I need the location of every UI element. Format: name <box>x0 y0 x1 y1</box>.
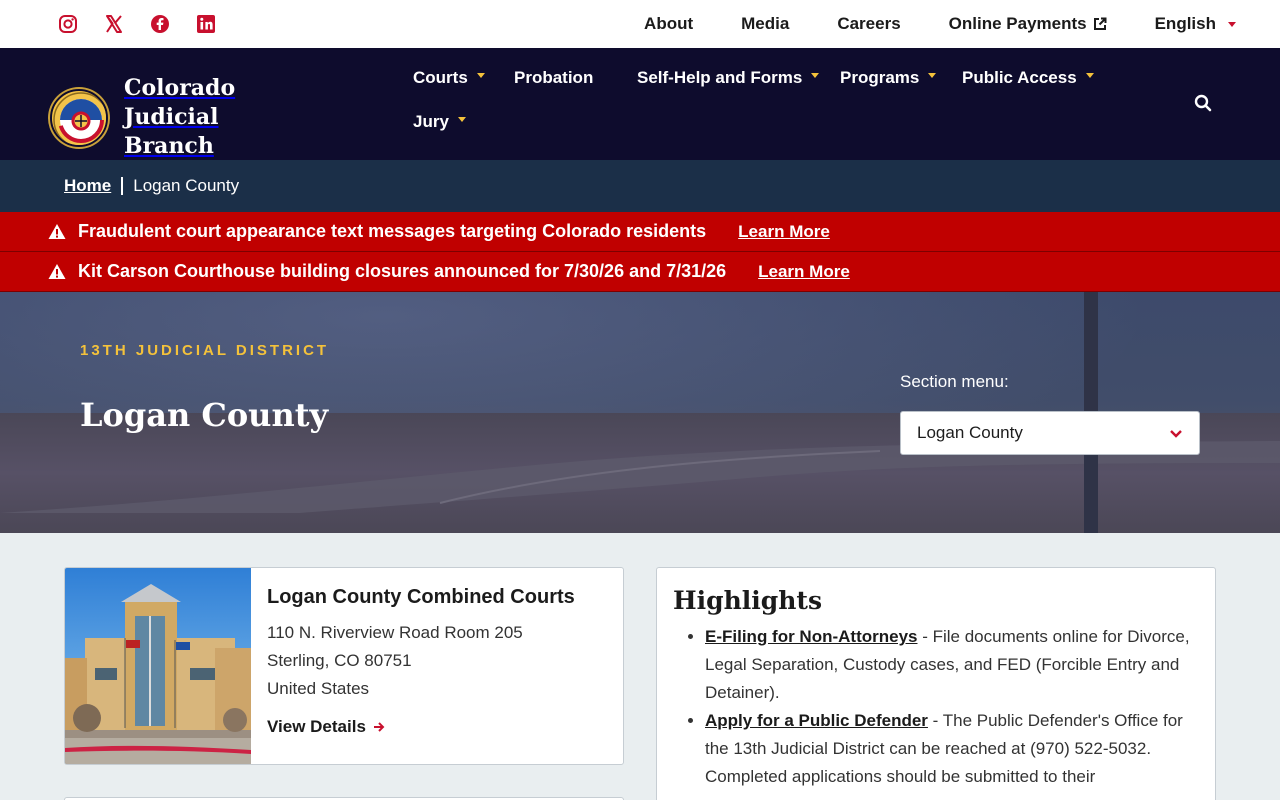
breadcrumb-current: Logan County <box>133 176 240 195</box>
nav-probation[interactable]: Probation <box>514 68 593 88</box>
alert-message: Kit Carson Courthouse building closures … <box>78 261 727 281</box>
warning-icon <box>48 224 66 239</box>
list-item: E-Filing for Non-Attorneys - File docume… <box>705 623 1199 707</box>
nav-probation-label: Probation <box>514 68 594 87</box>
nav-public-access[interactable]: Public Access <box>962 68 1094 88</box>
nav-online-payments[interactable]: Online Payments <box>949 14 1107 34</box>
view-details-label: View Details <box>267 717 366 736</box>
social-links <box>58 14 216 34</box>
brand-link[interactable]: Colorado Judicial Branch <box>50 74 334 161</box>
chevron-down-icon <box>476 72 485 78</box>
highlights-list: E-Filing for Non-Attorneys - File docume… <box>673 623 1199 791</box>
efiling-link[interactable]: E-Filing for Non-Attorneys <box>705 627 917 646</box>
main-header: Colorado Judicial Branch Courts Probatio… <box>0 48 1280 160</box>
alert-banner: Kit Carson Courthouse building closures … <box>0 252 1280 292</box>
language-label: English <box>1154 14 1216 33</box>
chevron-down-icon <box>1085 72 1094 78</box>
chevron-down-icon <box>457 116 466 122</box>
public-defender-link[interactable]: Apply for a Public Defender <box>705 711 928 730</box>
nav-jury-label: Jury <box>413 112 449 131</box>
brand-line-1: Colorado Judicial <box>124 75 236 130</box>
breadcrumb-home[interactable]: Home <box>64 176 111 196</box>
arrow-right-icon <box>373 722 385 732</box>
brand-line-2: Branch <box>124 133 214 159</box>
address-line-3: United States <box>267 679 370 698</box>
warning-icon <box>48 264 66 279</box>
external-link-icon <box>1093 17 1107 30</box>
breadcrumb-separator <box>121 177 124 195</box>
search-icon <box>1194 94 1212 112</box>
alert-banner: Fraudulent court appearance text message… <box>0 212 1280 252</box>
highlights-title: Highlights <box>673 586 823 615</box>
nav-courts-label: Courts <box>413 68 468 87</box>
instagram-icon[interactable] <box>58 14 78 34</box>
court-address: 110 N. Riverview Road Room 205 Sterling,… <box>267 619 575 703</box>
section-menu-value: Logan County <box>917 423 1023 442</box>
nav-media[interactable]: Media <box>741 14 789 34</box>
facebook-icon[interactable] <box>150 14 170 34</box>
courthouse-photo <box>65 568 251 764</box>
court-info: Logan County Combined Courts 110 N. Rive… <box>267 586 575 737</box>
address-line-1: 110 N. Riverview Road Room 205 <box>267 623 523 642</box>
highlights-panel: Highlights E-Filing for Non-Attorneys - … <box>656 567 1216 800</box>
view-details-link[interactable]: View Details <box>267 717 386 737</box>
language-select[interactable]: English <box>1155 14 1236 34</box>
judicial-seal-logo <box>50 88 108 147</box>
utility-bar: About Media Careers Online Payments Engl… <box>0 0 1280 48</box>
nav-jury[interactable]: Jury <box>413 112 466 132</box>
alert-learn-more[interactable]: Learn More <box>738 222 830 242</box>
nav-about[interactable]: About <box>644 14 693 34</box>
chevron-down-icon <box>1170 430 1182 438</box>
section-menu-select[interactable]: Logan County <box>900 411 1200 455</box>
chevron-down-icon <box>928 72 937 78</box>
utility-nav: About Media Careers Online Payments Engl… <box>596 14 1236 34</box>
nav-courts[interactable]: Courts <box>413 68 485 88</box>
hero-banner: 13TH JUDICIAL DISTRICT Logan County Sect… <box>0 292 1280 533</box>
court-card: Logan County Combined Courts 110 N. Rive… <box>64 567 624 765</box>
chevron-down-icon <box>1228 21 1236 27</box>
section-menu-label: Section menu: <box>900 372 1009 391</box>
address-line-2: Sterling, CO 80751 <box>267 651 412 670</box>
alert-message: Fraudulent court appearance text message… <box>78 221 707 241</box>
nav-self-help-label: Self-Help and Forms <box>637 68 803 87</box>
court-name: Logan County Combined Courts <box>267 586 575 608</box>
linkedin-icon[interactable] <box>196 14 216 34</box>
list-item: Apply for a Public Defender - The Public… <box>705 707 1199 791</box>
online-payments-label: Online Payments <box>948 14 1087 33</box>
x-icon[interactable] <box>104 14 124 34</box>
breadcrumb: Home Logan County <box>0 160 1280 212</box>
district-eyebrow: 13TH JUDICIAL DISTRICT <box>80 342 330 359</box>
search-button[interactable] <box>1194 94 1212 117</box>
chevron-down-icon <box>811 72 820 78</box>
alert-learn-more[interactable]: Learn More <box>758 262 850 282</box>
nav-programs-label: Programs <box>840 68 920 87</box>
nav-public-access-label: Public Access <box>962 68 1077 87</box>
nav-programs[interactable]: Programs <box>840 68 937 88</box>
nav-careers[interactable]: Careers <box>837 14 900 34</box>
nav-self-help[interactable]: Self-Help and Forms <box>637 68 820 88</box>
page-title: Logan County <box>80 396 329 434</box>
brand-name: Colorado Judicial Branch <box>124 74 334 161</box>
